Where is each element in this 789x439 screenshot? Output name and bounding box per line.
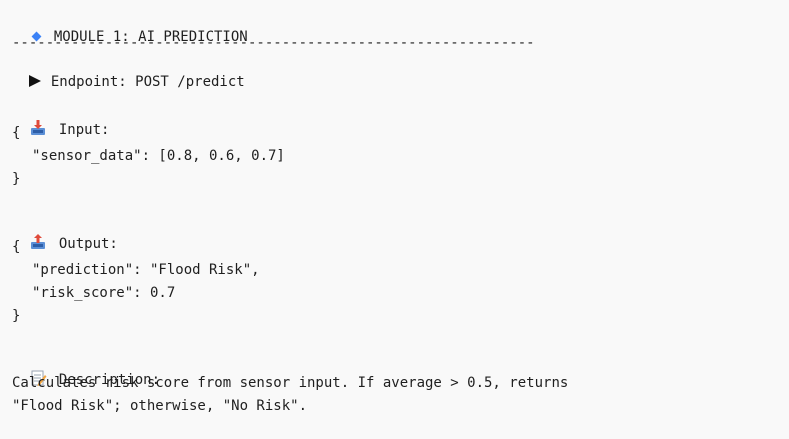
output-json-line: "prediction": "Flood Risk", — [32, 262, 260, 278]
outbox-tray-icon — [30, 234, 45, 249]
input-open-brace: { — [12, 125, 21, 141]
inbox-tray-icon — [30, 120, 45, 135]
description-text-line: Calculates risk score from sensor input.… — [12, 375, 569, 391]
output-open-brace: { — [12, 239, 21, 255]
output-label: Output: — [58, 236, 118, 252]
input-label: Input: — [58, 122, 110, 138]
endpoint-line: Endpoint: POST /predict — [12, 55, 245, 91]
output-label-row: Output: — [12, 215, 118, 253]
endpoint-text: Endpoint: POST /predict — [50, 74, 245, 90]
play-triangle-icon — [28, 75, 41, 87]
input-json-line: "sensor_data": [0.8, 0.6, 0.7] — [32, 148, 285, 164]
input-label-row: Input: — [12, 101, 109, 139]
description-text-line: "Flood Risk"; otherwise, "No Risk". — [12, 398, 308, 414]
output-close-brace: } — [12, 308, 21, 324]
output-json-line: "risk_score": 0.7 — [32, 285, 176, 301]
input-close-brace: } — [12, 171, 21, 187]
separator: ----------------------------------------… — [12, 35, 535, 51]
